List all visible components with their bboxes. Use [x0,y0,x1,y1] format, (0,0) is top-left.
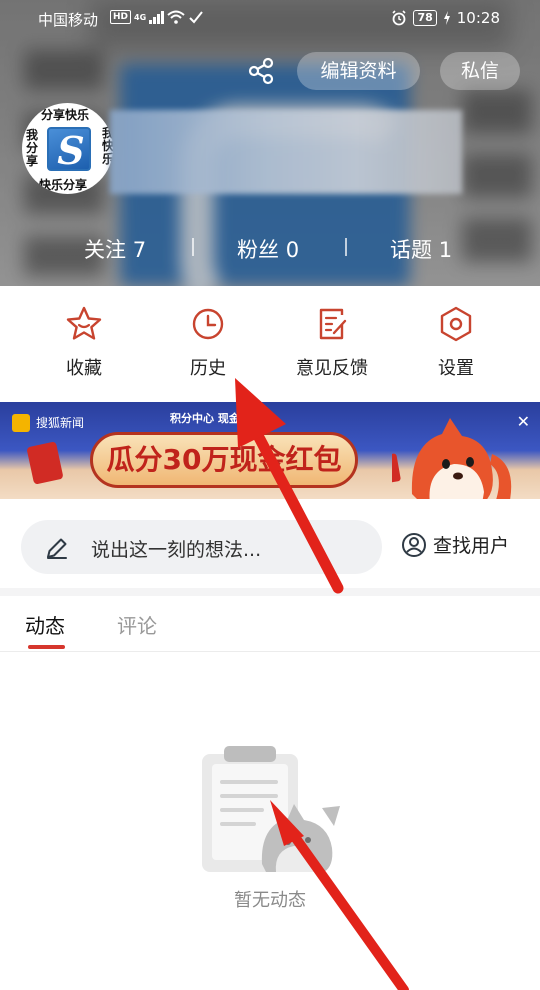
sohu-news-logo [12,414,30,432]
find-user-button[interactable]: 查找用户 [401,531,509,558]
stat-value: 0 [285,238,300,262]
data-sync-icon [189,11,203,24]
settings-icon [440,306,472,342]
active-tab-indicator [28,645,65,649]
star-icon [66,306,102,340]
stat-label: 粉丝 [237,238,279,262]
banner-close-icon[interactable]: ✕ [517,412,530,431]
menu-label: 设置 [438,358,474,379]
stat-label: 话题 [390,238,432,262]
banner-headline-pill: 瓜分30万现金红包 [90,432,358,488]
red-envelope-icon [26,441,64,485]
promo-banner[interactable]: 搜狐新闻 积分中心 现金 瓜分30万现金红包 ✕ [0,402,540,499]
stat-divider [345,238,347,256]
empty-state: 暂无动态 [0,652,540,990]
username-blurred [110,110,462,194]
status-bar: 中国移动 HD 4G 78 10:28 [0,0,540,38]
stat-followers[interactable]: 粉丝 0 [237,234,299,264]
feedback-icon [319,308,347,340]
section-divider [0,588,540,596]
post-thought-input[interactable]: 说出这一刻的想法... [21,520,382,574]
menu-label: 收藏 [66,358,102,379]
stat-topics[interactable]: 话题 1 [390,234,452,264]
pencil-icon [47,538,67,559]
banner-app-name: 搜狐新闻 [36,416,85,430]
stat-value: 7 [132,238,147,262]
avatar[interactable]: 分享快乐 我分享 S 我快乐 快乐分享 [22,103,113,194]
tab-comments[interactable]: 评论 [117,610,157,639]
user-search-icon [402,532,426,557]
empty-state-text: 暂无动态 [234,890,306,911]
battery-icon: 78 [413,10,437,26]
carrier-name: 中国移动 [38,11,99,29]
clock-time: 10:28 [456,9,500,27]
private-message-button[interactable]: 私信 [440,52,520,90]
stat-value: 1 [438,238,453,262]
post-input-row: 说出这一刻的想法... 查找用户 [0,500,540,588]
profile-stats: 关注 7 粉丝 0 话题 1 [0,226,540,268]
wifi-icon [167,10,185,24]
signal-icon [149,10,165,24]
profile-header: 中国移动 HD 4G 78 10:28 编辑资料 私信 分享快乐 我分享 S 我… [0,0,540,286]
quick-menu: 收藏 历史 意见反馈 设置 [0,286,540,398]
find-user-label: 查找用户 [433,535,510,557]
avatar-text-bottom: 快乐分享 [39,178,88,192]
share-icon[interactable] [246,56,276,86]
avatar-logo: S [47,127,91,173]
banner-subtitle: 积分中心 现金 [170,412,240,425]
clock-icon [192,308,224,340]
menu-label: 意见反馈 [296,358,368,379]
stat-divider [192,238,194,256]
tab-posts[interactable]: 动态 [25,610,65,639]
hd-icon: HD [110,10,132,24]
charging-icon [443,11,450,25]
fox-mascot-icon [392,418,512,499]
menu-item-feedback[interactable]: 意见反馈 [282,304,382,384]
alarm-icon [392,10,407,26]
network-type: 4G [134,12,147,22]
stat-label: 关注 [84,238,126,262]
menu-item-favorites[interactable]: 收藏 [34,304,134,384]
avatar-text-top: 分享快乐 [41,108,90,122]
banner-headline: 瓜分30万现金红包 [106,443,342,476]
content-tabs: 动态 评论 [0,596,540,652]
menu-item-history[interactable]: 历史 [158,304,258,384]
menu-item-settings[interactable]: 设置 [406,304,506,384]
stat-following[interactable]: 关注 7 [84,234,146,264]
empty-clipboard-icon [202,746,340,872]
post-thought-placeholder: 说出这一刻的想法... [91,539,262,561]
menu-label: 历史 [190,358,226,379]
edit-profile-button[interactable]: 编辑资料 [297,52,420,90]
avatar-text-left: 我分享 [26,128,39,168]
